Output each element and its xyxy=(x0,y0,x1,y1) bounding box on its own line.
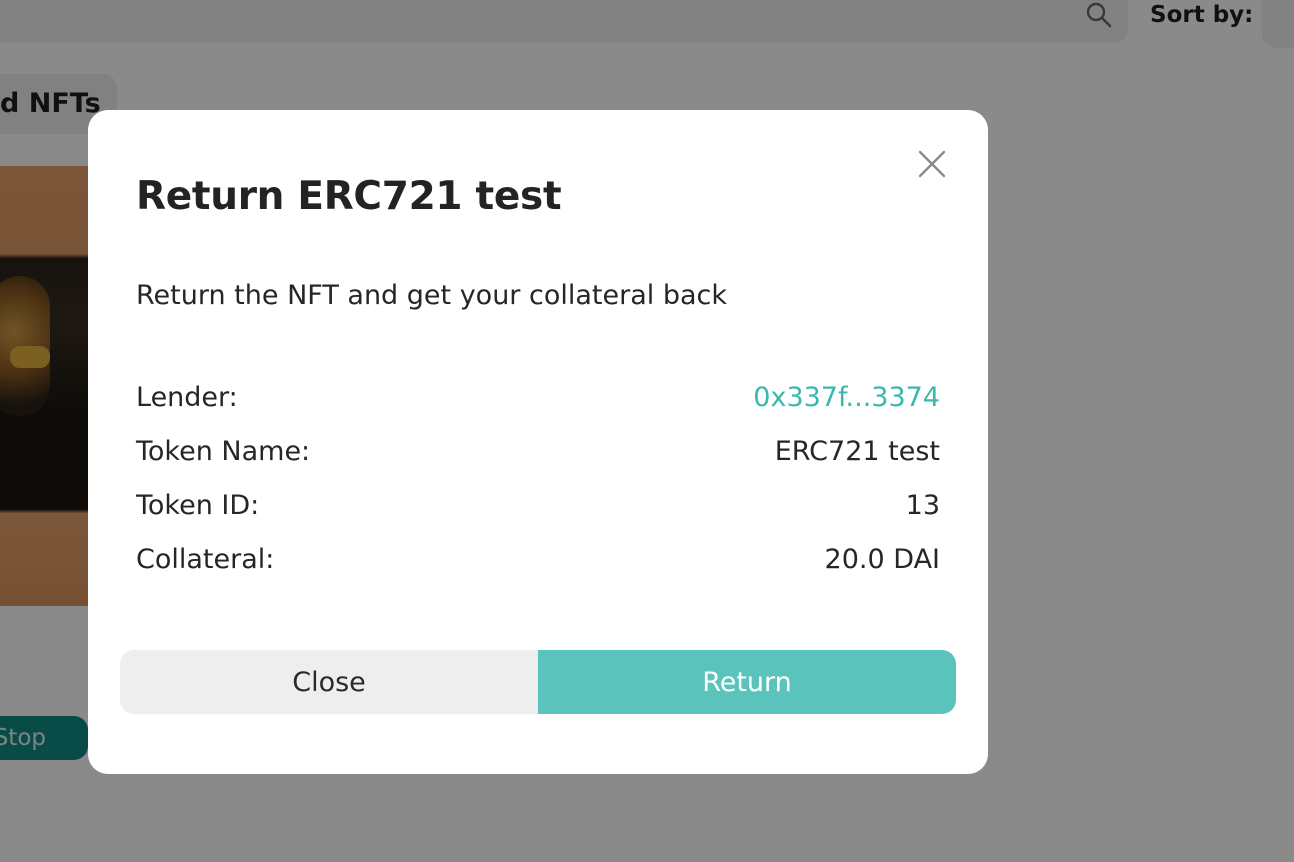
detail-row-token-id: Token ID: 13 xyxy=(136,478,940,532)
detail-value: 13 xyxy=(905,489,940,521)
detail-value: ERC721 test xyxy=(774,435,940,467)
detail-label: Token ID: xyxy=(136,489,260,521)
detail-row-token-name: Token Name: ERC721 test xyxy=(136,424,940,478)
lender-address-link[interactable]: 0x337f...3374 xyxy=(753,382,940,413)
modal-title: Return ERC721 test xyxy=(136,174,562,219)
detail-value: 20.0 DAI xyxy=(824,543,940,575)
modal-actions: Close Return xyxy=(120,650,956,714)
detail-label: Lender: xyxy=(136,381,238,413)
detail-row-collateral: Collateral: 20.0 DAI xyxy=(136,532,940,586)
return-modal: Return ERC721 test Return the NFT and ge… xyxy=(88,110,988,774)
close-button[interactable]: Close xyxy=(120,650,538,714)
close-icon[interactable] xyxy=(916,148,948,180)
detail-label: Token Name: xyxy=(136,435,311,467)
detail-row-lender: Lender: 0x337f...3374 xyxy=(136,370,940,424)
modal-subtitle: Return the NFT and get your collateral b… xyxy=(136,280,727,311)
detail-label: Collateral: xyxy=(136,543,275,575)
details-list: Lender: 0x337f...3374 Token Name: ERC721… xyxy=(136,370,940,586)
return-button[interactable]: Return xyxy=(538,650,956,714)
